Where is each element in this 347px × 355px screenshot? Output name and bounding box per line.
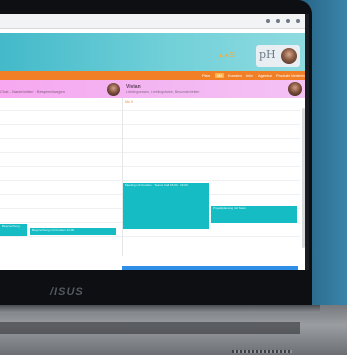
screen-edge: [305, 14, 309, 270]
avatar[interactable]: [281, 48, 297, 64]
grid-line: [0, 236, 300, 237]
browser-extension-icon[interactable]: [266, 19, 270, 23]
accent-strip: [122, 266, 298, 270]
keyboard-area: [0, 322, 300, 334]
grid-line: [0, 124, 300, 125]
grid-line: [0, 180, 300, 181]
nav-item-kunden[interactable]: Kunden: [228, 73, 242, 78]
photo-scene: ▲●☰ pH Plan Mit Kunden Info Agentur Prod…: [0, 0, 347, 355]
laptop-hinge: [0, 305, 320, 313]
nav-item-info[interactable]: Info: [246, 73, 253, 78]
event-label: Projektplanung mit Team: [213, 206, 246, 210]
day-column-divider: [122, 98, 123, 256]
current-user-avatar[interactable]: [288, 82, 302, 96]
browser-profile-icon[interactable]: [286, 19, 290, 23]
speaker-grille: [232, 350, 292, 353]
grid-line: [0, 152, 300, 153]
user-profile-box[interactable]: pH: [256, 45, 300, 67]
contact-avatar[interactable]: [107, 83, 120, 96]
calendar-event[interactable]: Besprechung mit Kunden 12:00: [30, 228, 116, 235]
header-icons[interactable]: ▲●☰: [218, 52, 236, 59]
app-header: ▲●☰ pH: [0, 33, 305, 71]
browser-toolbar: [0, 14, 305, 29]
calendar-event[interactable]: Projektplanung mit Team: [211, 206, 297, 223]
browser-extension-icon[interactable]: [276, 19, 280, 23]
main-nav: Plan Mit Kunden Info Agentur Produkt Ver…: [0, 71, 305, 80]
grid-line: [0, 166, 300, 167]
nav-item-plan[interactable]: Plan: [202, 73, 210, 78]
calendar-event[interactable]: Besprechung: [0, 224, 27, 236]
laptop-screen: ▲●☰ pH Plan Mit Kunden Info Agentur Prod…: [0, 14, 305, 270]
calendar-event[interactable]: Meeting mit Kunden · Teams Call 15:00 · …: [123, 183, 209, 229]
brand-logo: pH: [259, 48, 276, 61]
grid-line: [0, 138, 300, 139]
grid-line: [0, 110, 300, 111]
event-label: Besprechung: [2, 224, 20, 228]
day-column-header: Mo 9: [125, 100, 133, 104]
laptop-brand-logo: /ISUS: [50, 286, 84, 298]
chat-banner: Chat - Nachrichten · Besprechungen Vivia…: [0, 80, 305, 98]
browser-menu-icon[interactable]: [296, 19, 300, 23]
calendar-view: Mo 9 Besprechung Besprechung mit Kunden …: [0, 98, 305, 256]
nav-item-produkt-vertrieb[interactable]: Produkt Vertrieb: [276, 73, 305, 78]
nav-item-agentur[interactable]: Agentur: [258, 73, 272, 78]
event-label: Besprechung mit Kunden 12:00: [32, 228, 75, 232]
event-label: Meeting mit Kunden · Teams Call 15:00 · …: [125, 183, 188, 187]
chat-banner-left-text: Chat - Nachrichten · Besprechungen: [0, 89, 65, 94]
contact-description: Lieblingsessen, Lieblingsfarbe, Besonder…: [126, 90, 200, 94]
nav-item-mit[interactable]: Mit: [215, 73, 225, 78]
